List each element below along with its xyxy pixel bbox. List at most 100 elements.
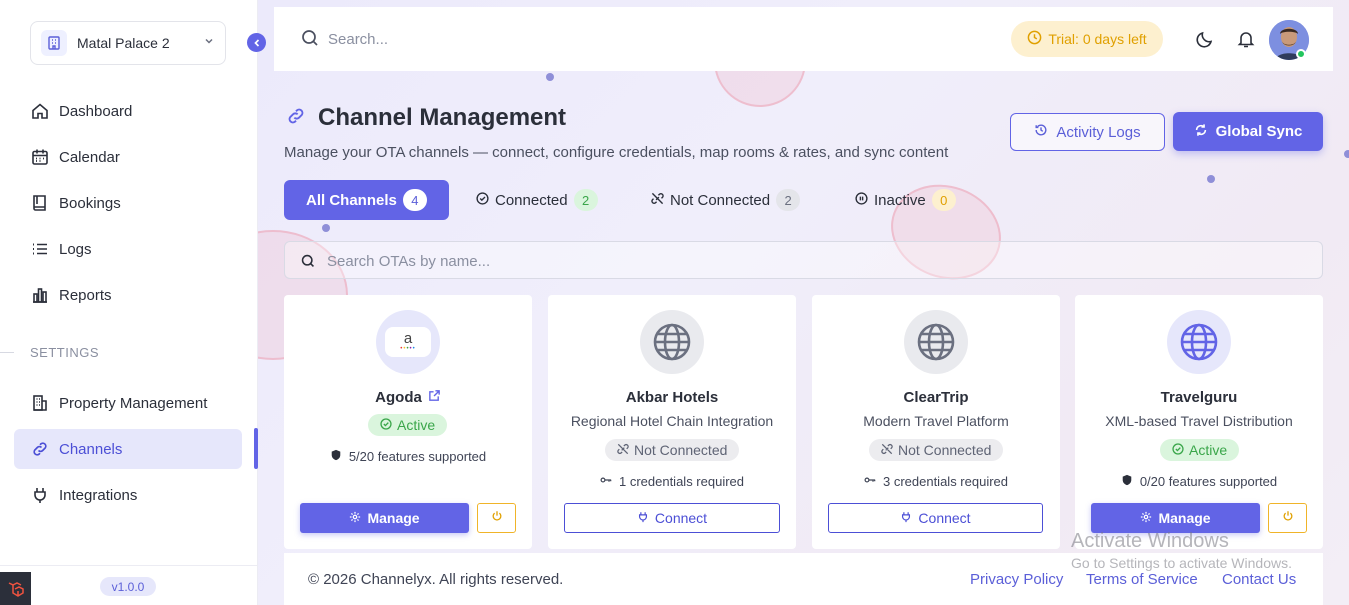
nav-label: Reports <box>59 286 112 304</box>
search-icon <box>301 29 319 52</box>
status-text: Active <box>397 417 436 433</box>
status-text: Not Connected <box>898 442 992 458</box>
channel-meta: 5/20 features supported <box>284 449 532 464</box>
status-badge: Not Connected <box>605 439 740 461</box>
trial-badge[interactable]: Trial: 0 days left <box>1011 21 1163 57</box>
status-badge: Active <box>1160 439 1240 461</box>
meta-text: 3 credentials required <box>882 474 1009 489</box>
copyright-text: © 2026 Channelyx. All rights reserved. <box>308 571 564 588</box>
tab-not-connected[interactable]: Not Connected 2 <box>651 180 801 220</box>
nav-label: Property Management <box>59 394 208 412</box>
unlink-icon <box>881 442 893 458</box>
sidebar: Matal Palace 2 Dashboard Calendar Bookin… <box>0 0 258 605</box>
status-text: Active <box>1189 442 1228 458</box>
tab-all-channels[interactable]: All Channels 4 <box>284 180 449 220</box>
channel-meta: 3 credentials required <box>812 474 1060 489</box>
divider <box>0 352 14 353</box>
key-icon <box>864 474 876 489</box>
nav-calendar[interactable]: Calendar <box>14 137 242 177</box>
property-name: Matal Palace 2 <box>77 35 170 51</box>
page-title: Channel Management <box>318 104 567 131</box>
book-icon <box>30 193 50 213</box>
connect-label: Connect <box>918 510 971 526</box>
connect-button[interactable]: Connect <box>564 503 780 533</box>
global-sync-button[interactable]: Global Sync <box>1173 112 1323 151</box>
manage-button[interactable]: Manage <box>1091 503 1260 533</box>
home-icon <box>30 101 50 121</box>
activity-logs-button[interactable]: Activity Logs <box>1010 113 1165 151</box>
contact-us-link[interactable]: Contact Us <box>1222 571 1296 588</box>
tab-count: 2 <box>776 189 801 211</box>
meta-text: 5/20 features supported <box>348 449 487 464</box>
nav-bookings[interactable]: Bookings <box>14 183 242 223</box>
property-selector[interactable]: Matal Palace 2 <box>30 21 226 65</box>
channel-name: Travelguru <box>1075 389 1323 406</box>
manage-label: Manage <box>367 510 420 526</box>
shield-icon <box>330 449 342 464</box>
gear-icon <box>349 510 361 526</box>
power-icon <box>491 509 503 527</box>
status-badge: Active <box>368 414 448 436</box>
tab-count: 2 <box>573 189 598 211</box>
tab-count: 0 <box>931 189 956 211</box>
channel-card-cleartrip: ClearTrip Modern Travel Platform Not Con… <box>812 295 1060 549</box>
trial-text: Trial: 0 days left <box>1048 31 1147 47</box>
tab-inactive[interactable]: Inactive 0 <box>855 180 956 220</box>
decor-dot <box>546 73 554 81</box>
tab-count: 4 <box>402 189 427 211</box>
channel-card-agoda: a ••••• Agoda Active 5/20 features suppo… <box>284 295 532 549</box>
global-sync-label: Global Sync <box>1215 123 1303 140</box>
check-circle-icon <box>476 191 489 209</box>
bell-icon[interactable] <box>1236 29 1256 54</box>
moon-icon[interactable] <box>1195 29 1215 54</box>
power-button[interactable] <box>477 503 516 533</box>
channel-description: XML-based Travel Distribution <box>1105 413 1293 429</box>
nav-logs[interactable]: Logs <box>14 229 242 269</box>
building-icon <box>30 393 50 413</box>
check-circle-icon <box>1172 442 1184 458</box>
shield-icon <box>1121 474 1133 489</box>
calendar-icon <box>30 147 50 167</box>
decor-dot <box>1344 150 1349 158</box>
global-search-input[interactable] <box>328 27 728 51</box>
topbar: Trial: 0 days left <box>274 7 1333 71</box>
nav-integrations[interactable]: Integrations <box>14 475 242 515</box>
channel-name-text: Agoda <box>375 389 422 406</box>
channel-name-text: ClearTrip <box>903 389 969 406</box>
meta-text: 0/20 features supported <box>1139 474 1278 489</box>
manage-label: Manage <box>1158 510 1211 526</box>
link-icon <box>30 439 50 459</box>
external-link-icon[interactable] <box>428 389 441 406</box>
channel-card-akbar-hotels: Akbar Hotels Regional Hotel Chain Integr… <box>548 295 796 549</box>
terms-of-service-link[interactable]: Terms of Service <box>1086 571 1198 588</box>
globe-icon <box>640 310 704 374</box>
pause-circle-icon <box>855 191 868 209</box>
manage-button[interactable]: Manage <box>300 503 469 533</box>
power-button[interactable] <box>1268 503 1307 533</box>
gear-icon <box>1140 510 1152 526</box>
channel-name: Akbar Hotels <box>548 389 796 406</box>
ota-search-box <box>284 241 1323 279</box>
connect-button[interactable]: Connect <box>828 503 1043 533</box>
channel-name: Agoda <box>284 389 532 406</box>
tab-connected[interactable]: Connected 2 <box>476 180 598 220</box>
check-circle-icon <box>380 417 392 433</box>
channel-description: Modern Travel Platform <box>863 413 1009 429</box>
page-subtitle: Manage your OTA channels — connect, conf… <box>284 144 949 161</box>
nav-property-management[interactable]: Property Management <box>14 383 242 423</box>
windows-activation-hint: Go to Settings to activate Windows. <box>1071 555 1292 571</box>
connect-label: Connect <box>654 510 708 526</box>
unlink-icon <box>617 442 629 458</box>
privacy-policy-link[interactable]: Privacy Policy <box>970 571 1063 588</box>
nav-label: Bookings <box>59 194 121 212</box>
plug-icon <box>30 485 50 505</box>
channel-description: Regional Hotel Chain Integration <box>570 413 774 429</box>
ota-search-input[interactable] <box>327 250 1227 272</box>
nav-dashboard[interactable]: Dashboard <box>14 91 242 131</box>
laravel-logo-icon[interactable] <box>0 572 31 605</box>
status-badge: Not Connected <box>869 439 1004 461</box>
windows-activation-watermark: Activate Windows <box>1071 530 1229 552</box>
collapse-sidebar-button[interactable] <box>247 33 266 52</box>
nav-reports[interactable]: Reports <box>14 275 242 315</box>
nav-channels[interactable]: Channels <box>14 429 242 469</box>
